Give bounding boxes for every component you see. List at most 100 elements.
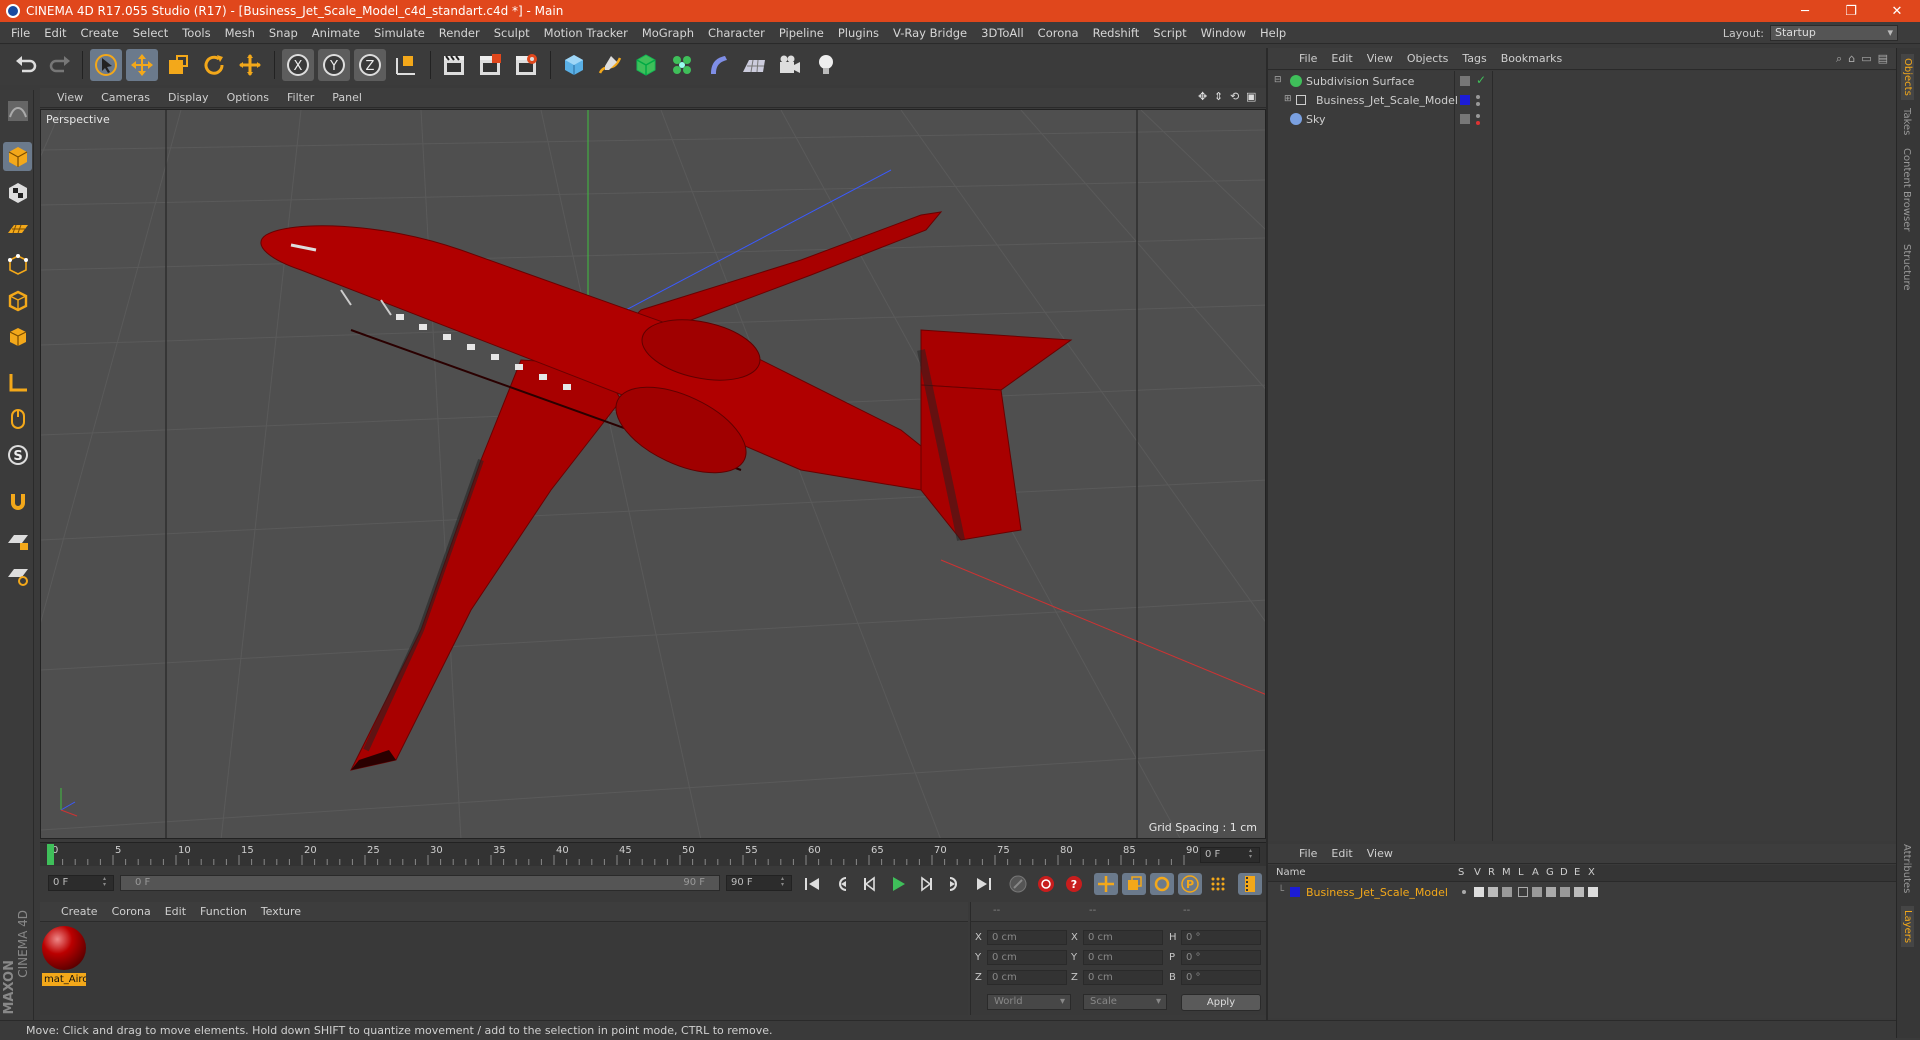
add-spline-button[interactable] (594, 49, 626, 81)
viewport-menu-options[interactable]: Options (218, 91, 278, 104)
size-mode-dropdown[interactable]: Scale (1083, 994, 1167, 1010)
lock-toggle-icon[interactable] (1518, 887, 1528, 897)
add-nurbs-button[interactable] (630, 49, 662, 81)
lm-menu-edit[interactable]: Edit (1324, 847, 1359, 860)
material-menu-function[interactable]: Function (193, 905, 254, 918)
layer-color-swatch[interactable] (1290, 887, 1300, 897)
next-frame-button[interactable] (914, 873, 938, 895)
material-menu-texture[interactable]: Texture (254, 905, 308, 918)
layer-col-expressions[interactable]: E (1574, 867, 1580, 878)
size-y-field[interactable]: 0 cm (1083, 950, 1163, 965)
add-cube-button[interactable] (558, 49, 590, 81)
menu-render[interactable]: Render (432, 26, 487, 40)
z-axis-lock-button[interactable]: Z (354, 49, 386, 81)
apply-button[interactable]: Apply (1181, 994, 1261, 1011)
scale-tool-button[interactable] (162, 49, 194, 81)
model-mode-button[interactable] (3, 142, 32, 171)
x-axis-lock-button[interactable]: X (282, 49, 314, 81)
render-dot-icon[interactable] (1476, 102, 1480, 106)
key-position-button[interactable] (1094, 873, 1118, 895)
tab-content-browser[interactable]: Content Browser (1901, 148, 1912, 231)
menu-simulate[interactable]: Simulate (367, 26, 432, 40)
next-key-button[interactable] (942, 873, 966, 895)
undo-button[interactable] (10, 49, 42, 81)
deformer-toggle-icon[interactable] (1560, 887, 1570, 897)
business-jet-model[interactable] (260, 211, 1073, 771)
key-scale-button[interactable] (1122, 873, 1146, 895)
texture-mode-button[interactable] (3, 178, 32, 207)
viewport-menu-cameras[interactable]: Cameras (92, 91, 159, 104)
menu-script[interactable]: Script (1146, 26, 1193, 40)
expand-toggle-icon[interactable]: ⊞ (1284, 94, 1292, 104)
object-row-sky[interactable]: Sky (1268, 110, 1896, 129)
rotate-tool-button[interactable] (198, 49, 230, 81)
layer-col-solo[interactable]: S (1458, 867, 1464, 878)
pan-icon[interactable]: ✥ (1198, 90, 1210, 104)
current-frame-field[interactable]: 0 F (1200, 847, 1260, 863)
menu-create[interactable]: Create (74, 26, 126, 40)
toggle-view-icon[interactable]: ▣ (1246, 90, 1258, 104)
close-button[interactable]: ✕ (1874, 0, 1920, 22)
workplane-lock-button[interactable] (3, 526, 32, 555)
menu-file[interactable]: File (4, 26, 37, 40)
key-pla-button[interactable] (1206, 873, 1230, 895)
om-menu-file[interactable]: File (1292, 52, 1324, 65)
menu-mesh[interactable]: Mesh (218, 26, 262, 40)
animation-toggle-icon[interactable] (1532, 887, 1542, 897)
timeline-ruler[interactable]: 0 5 10 15 20 25 30 35 40 45 50 55 60 65 70 75 80 85 90 0 F (40, 842, 1266, 866)
add-camera-button[interactable] (774, 49, 806, 81)
manager-toggle-icon[interactable] (1502, 887, 1512, 897)
end-frame-field[interactable]: 90 F (726, 875, 792, 891)
tab-attributes[interactable]: Attributes (1901, 844, 1912, 893)
tab-structure[interactable]: Structure (1901, 244, 1912, 291)
render-dot-icon[interactable] (1476, 121, 1480, 125)
om-menu-bookmarks[interactable]: Bookmarks (1494, 52, 1569, 65)
menu-3dtoall[interactable]: 3DToAll (974, 26, 1031, 40)
recent-tools-button[interactable] (234, 49, 266, 81)
expression-toggle-icon[interactable] (1574, 887, 1584, 897)
quantize-button[interactable] (3, 560, 32, 589)
viewport-menu-view[interactable]: View (48, 91, 92, 104)
object-row-subdivision-surface[interactable]: ⊟ Subdivision Surface ✓ (1268, 72, 1896, 91)
coord-mode-dropdown[interactable]: World (987, 994, 1071, 1010)
orbit-icon[interactable]: ⟲ (1230, 90, 1242, 104)
tab-layers[interactable]: Layers (1901, 906, 1914, 948)
snap-button[interactable]: S (3, 440, 32, 469)
menu-redshift[interactable]: Redshift (1086, 26, 1147, 40)
menu-tools[interactable]: Tools (175, 26, 217, 40)
tweak-mode-button[interactable] (3, 404, 32, 433)
minimize-button[interactable]: ─ (1782, 0, 1828, 22)
start-frame-field[interactable]: 0 F (48, 875, 114, 891)
render-picture-viewer-button[interactable] (474, 49, 506, 81)
axis-mode-button[interactable] (3, 368, 32, 397)
edge-mode-button[interactable] (3, 286, 32, 315)
playhead[interactable] (47, 844, 54, 865)
viewport-perspective[interactable]: Perspective Grid Spacing : 1 cm (40, 109, 1266, 839)
render-toggle-icon[interactable] (1488, 887, 1498, 897)
layer-col-animation[interactable]: A (1532, 867, 1539, 878)
move-tool-button[interactable] (126, 49, 158, 81)
rotation-p-field[interactable]: 0 ° (1181, 950, 1261, 965)
tab-objects[interactable]: Objects (1901, 54, 1914, 100)
menu-plugins[interactable]: Plugins (831, 26, 886, 40)
add-light-button[interactable] (810, 49, 842, 81)
viewport-menu-display[interactable]: Display (159, 91, 218, 104)
add-environment-button[interactable] (738, 49, 770, 81)
layer-col-view[interactable]: V (1474, 867, 1481, 878)
layer-row[interactable]: └ Business_Jet_Scale_Model (1268, 883, 1896, 902)
layer-color-icon[interactable] (1460, 95, 1470, 105)
layer-col-xref[interactable]: X (1588, 867, 1595, 878)
layer-col-manager[interactable]: M (1502, 867, 1511, 878)
tab-takes[interactable]: Takes (1901, 108, 1912, 135)
point-mode-button[interactable] (3, 250, 32, 279)
layer-col-deformers[interactable]: D (1560, 867, 1568, 878)
home-icon[interactable]: ⌂ (1848, 52, 1855, 66)
position-z-field[interactable]: 0 cm (987, 970, 1067, 985)
coordinate-system-button[interactable] (390, 49, 422, 81)
generator-toggle-icon[interactable] (1546, 887, 1556, 897)
menu-help[interactable]: Help (1253, 26, 1293, 40)
rotation-b-field[interactable]: 0 ° (1181, 970, 1261, 985)
live-selection-button[interactable] (90, 49, 122, 81)
menu-pipeline[interactable]: Pipeline (772, 26, 831, 40)
make-editable-button[interactable] (3, 96, 32, 125)
